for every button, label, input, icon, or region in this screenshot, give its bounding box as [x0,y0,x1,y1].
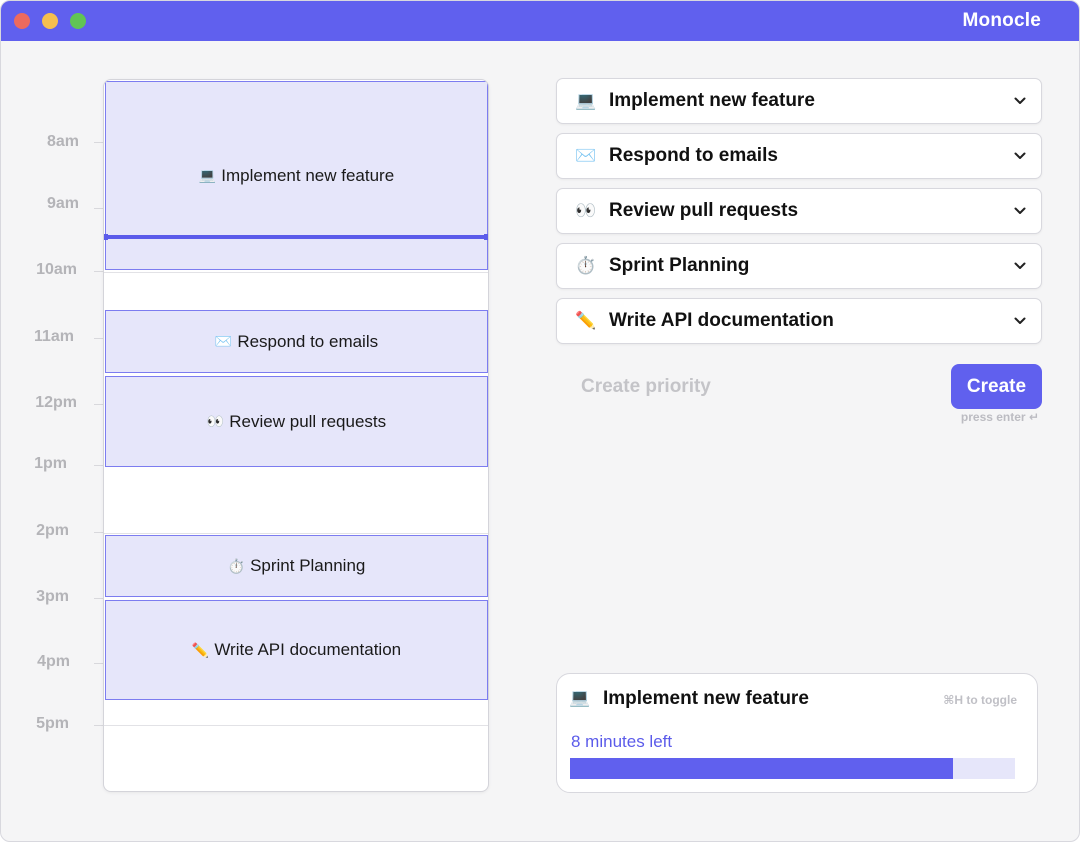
laptop-icon: 💻 [198,167,217,183]
priority-label: Respond to emails [609,145,778,166]
chevron-down-icon[interactable] [1013,259,1027,273]
active-task-title: Implement new feature [603,688,809,709]
hour-label: 12pm [35,394,77,411]
title-bar: Monocle [1,1,1079,41]
minimize-window-button[interactable] [42,13,58,29]
time-left-text: 8 minutes left [571,732,673,751]
hour-label: 5pm [36,715,69,732]
calendar-event[interactable]: ⏱️ Sprint Planning [105,535,488,597]
calendar-event[interactable]: ✉️ Respond to emails [105,310,488,373]
progress-bar [570,758,1015,779]
press-enter-hint: press enter ↵ [960,410,1039,424]
stopwatch-icon: ⏱️ [575,256,597,275]
day-calendar: 💻 Implement new feature ✉️ Respond to em… [103,79,489,792]
current-time-indicator [104,234,488,240]
priority-item[interactable]: ⏱️ Sprint Planning [556,243,1042,289]
calendar-event[interactable]: 💻 Implement new feature [105,81,488,270]
active-task-card[interactable]: 💻 Implement new feature ⌘H to toggle 8 m… [556,673,1038,793]
priority-item[interactable]: 💻 Implement new feature [556,78,1042,124]
priority-item[interactable]: 👀 Review pull requests [556,188,1042,234]
event-label: Write API documentation [214,640,402,659]
calendar-event[interactable]: 👀 Review pull requests [105,376,488,467]
calendar-event[interactable]: ✏️ Write API documentation [105,600,488,700]
stopwatch-icon: ⏱️ [227,557,246,574]
zoom-window-button[interactable] [70,13,86,29]
toggle-shortcut-hint: ⌘H to toggle [943,693,1017,707]
envelope-icon: ✉️ [575,146,597,165]
app-title: Monocle [962,10,1041,31]
priority-label: Review pull requests [609,200,799,221]
priority-label: Implement new feature [609,90,815,111]
pencil-icon: ✏️ [575,311,597,330]
hour-label: 11am [33,328,74,345]
hour-gridline [104,272,488,273]
hour-gridline [104,533,488,534]
event-label: Respond to emails [237,331,379,351]
laptop-icon: 💻 [575,91,597,110]
hour-label: 8am [46,133,79,150]
app-window: Monocle 8am 9am 10am 11am 12pm 1pm 2pm 3… [0,0,1080,842]
hour-label: 2pm [36,522,69,539]
event-label: Implement new feature [221,165,395,185]
hour-label: 1pm [34,455,67,472]
event-label: Review pull requests [229,411,387,431]
chevron-down-icon[interactable] [1013,314,1027,328]
laptop-icon: 💻 [569,688,591,707]
progress-bar-fill [570,758,953,779]
hour-label: 10am [36,261,77,278]
priority-item[interactable]: ✉️ Respond to emails [556,133,1042,179]
hour-label: 9am [46,195,79,212]
hour-gridline [104,725,488,726]
hour-label: 4pm [37,653,70,670]
hour-label: 3pm [36,588,69,605]
pencil-icon: ✏️ [191,641,210,658]
event-label: Sprint Planning [250,556,366,575]
eyes-icon: 👀 [575,201,597,220]
priority-label: Write API documentation [609,310,834,331]
chevron-down-icon[interactable] [1013,94,1027,108]
create-priority-input[interactable] [569,369,929,405]
create-button[interactable]: Create [951,364,1042,409]
close-window-button[interactable] [14,13,30,29]
envelope-icon: ✉️ [214,333,233,349]
chevron-down-icon[interactable] [1013,204,1027,218]
chevron-down-icon[interactable] [1013,149,1027,163]
priority-label: Sprint Planning [609,255,750,276]
priority-item[interactable]: ✏️ Write API documentation [556,298,1042,344]
eyes-icon: 👀 [206,413,225,429]
